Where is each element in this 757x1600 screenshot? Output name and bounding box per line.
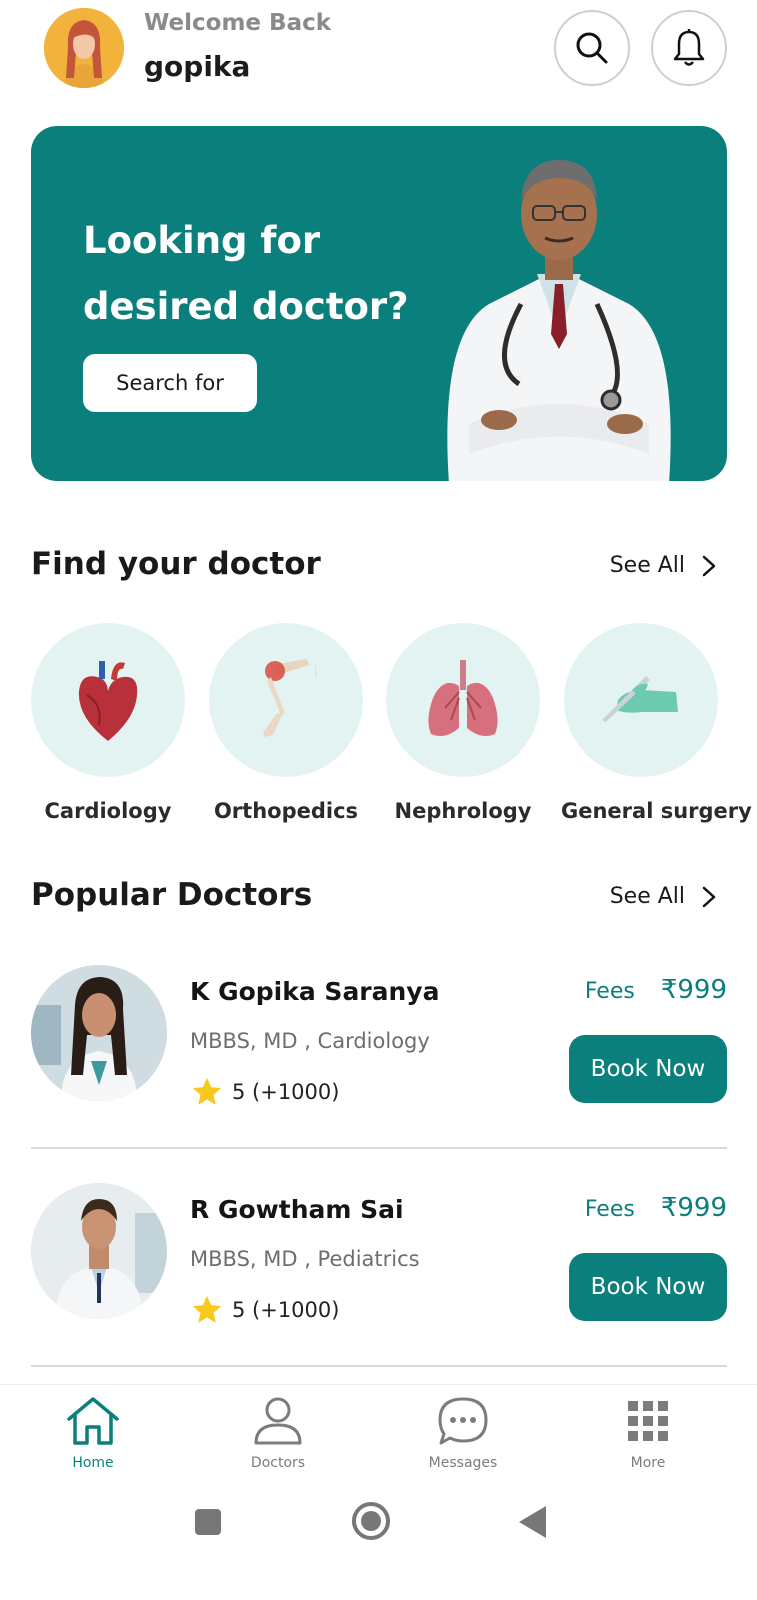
nav-label: Doctors	[250, 1455, 306, 1471]
system-nav-bar	[0, 1494, 757, 1600]
nav-messages[interactable]: Messages	[403, 1395, 523, 1471]
avatar[interactable]	[44, 8, 124, 88]
speciality-general-surgery[interactable]: General surgery	[561, 623, 752, 823]
doctor-card[interactable]: K Gopika Saranya MBBS, MD , Cardiology 5…	[31, 965, 727, 1145]
doctor-qualification: MBBS, MD , Pediatrics	[190, 1247, 420, 1271]
doctor-hero-illustration	[447, 160, 671, 481]
person-icon	[254, 1397, 302, 1445]
scalpel-glove-icon	[602, 676, 678, 722]
home-icon	[67, 1397, 119, 1445]
app-screen: Welcome Back gopika Looking for desired …	[0, 0, 757, 1600]
speciality-label: Nephrology	[394, 799, 532, 823]
nav-home[interactable]: Home	[33, 1395, 153, 1471]
hero-banner: Looking for desired doctor? Search for	[31, 126, 727, 481]
header: Welcome Back gopika	[0, 0, 757, 110]
nav-label: Messages	[428, 1455, 498, 1471]
rating-value: 5 (+1000)	[232, 1080, 340, 1104]
chevron-right-icon	[702, 886, 716, 907]
fees-amount: ₹999	[660, 1193, 727, 1223]
notifications-button[interactable]	[651, 10, 727, 86]
leg-bone-icon	[263, 659, 317, 737]
user-avatar-illustration	[44, 8, 124, 88]
grid-icon	[628, 1401, 668, 1441]
speciality-cardiology[interactable]: Cardiology	[28, 623, 188, 823]
bell-icon	[673, 29, 705, 66]
lungs-icon	[428, 660, 498, 736]
speciality-label: Orthopedics	[213, 799, 359, 823]
nav-more[interactable]: More	[588, 1395, 708, 1471]
doctor-photo	[31, 1183, 167, 1319]
doctor-rating: 5 (+1000)	[190, 1293, 339, 1327]
speciality-circle	[31, 623, 185, 777]
welcome-text: Welcome Back	[144, 10, 332, 36]
doctor-name: R Gowtham Sai	[190, 1195, 404, 1224]
search-for-button[interactable]: Search for	[83, 354, 257, 412]
recents-icon[interactable]	[192, 1506, 224, 1538]
find-doctor-see-all[interactable]: See All	[610, 553, 717, 578]
doctor-card[interactable]: R Gowtham Sai MBBS, MD , Pediatrics 5 (+…	[31, 1183, 727, 1363]
hero-title: Looking for desired doctor?	[83, 219, 409, 328]
nav-label: More	[630, 1455, 666, 1471]
speciality-nephrology[interactable]: Nephrology	[383, 623, 543, 823]
speciality-circle	[386, 623, 540, 777]
popular-doctors-see-all[interactable]: See All	[610, 884, 717, 909]
doctor-photo	[31, 965, 167, 1101]
fees-label: Fees	[584, 1197, 635, 1222]
divider	[31, 1365, 727, 1367]
star-icon	[192, 1295, 222, 1323]
home-circle-icon[interactable]	[350, 1500, 392, 1542]
doctor-name: K Gopika Saranya	[190, 977, 440, 1006]
search-button[interactable]	[554, 10, 630, 86]
speciality-circle	[564, 623, 718, 777]
doctor-rating: 5 (+1000)	[190, 1075, 339, 1109]
nav-doctors[interactable]: Doctors	[218, 1395, 338, 1471]
heart-icon	[78, 661, 138, 741]
fees-amount: ₹999	[660, 975, 727, 1005]
search-icon	[576, 32, 608, 64]
see-all-label: See All	[609, 884, 685, 909]
find-doctor-title: Find your doctor	[31, 546, 321, 582]
speciality-orthopedics[interactable]: Orthopedics	[206, 623, 366, 823]
bottom-nav: Home Doctors Messages More	[0, 1384, 757, 1494]
see-all-label: See All	[609, 553, 685, 578]
speciality-label: General surgery	[561, 799, 752, 823]
fees-row: Fees ₹999	[585, 975, 727, 1005]
chevron-right-icon	[702, 555, 716, 576]
popular-doctors-title: Popular Doctors	[31, 877, 313, 913]
doctor-photo-illustration	[31, 965, 167, 1101]
star-icon	[192, 1077, 222, 1105]
doctor-qualification: MBBS, MD , Cardiology	[190, 1029, 430, 1053]
chat-icon	[438, 1397, 488, 1445]
book-now-button[interactable]: Book Now	[569, 1253, 727, 1321]
book-now-button[interactable]: Book Now	[569, 1035, 727, 1103]
speciality-circle	[209, 623, 363, 777]
username: gopika	[144, 50, 251, 83]
rating-value: 5 (+1000)	[232, 1298, 340, 1322]
divider	[31, 1147, 727, 1149]
nav-label: Home	[72, 1455, 114, 1471]
doctor-photo-illustration	[31, 1183, 167, 1319]
fees-label: Fees	[584, 979, 635, 1004]
speciality-label: Cardiology	[44, 799, 172, 823]
back-icon[interactable]	[516, 1504, 550, 1540]
fees-row: Fees ₹999	[585, 1193, 727, 1223]
